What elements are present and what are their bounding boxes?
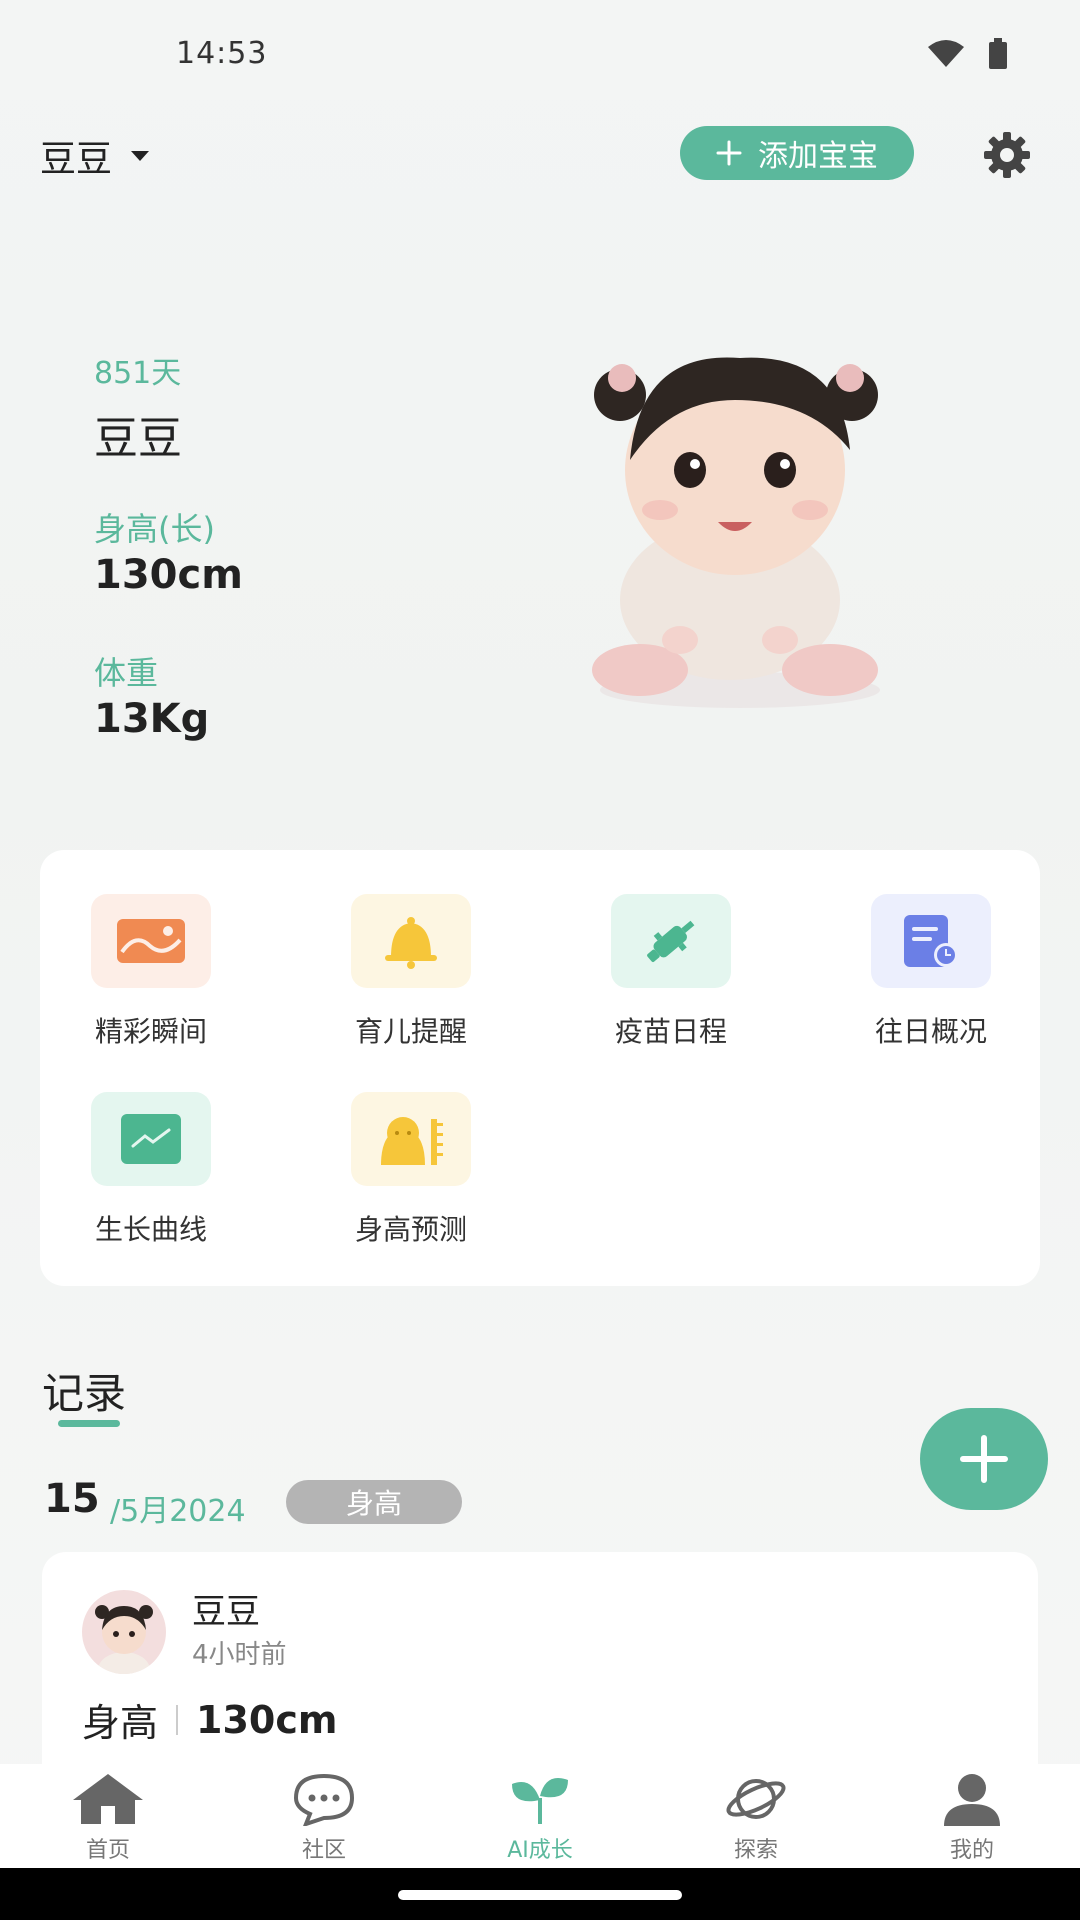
nav-home[interactable]: 首页 — [38, 1772, 178, 1864]
record-type-tag: 身高 — [286, 1480, 462, 1524]
feature-height-prediction[interactable]: 身高预测 — [311, 1092, 511, 1248]
feature-vaccine-schedule[interactable]: 疫苗日程 — [571, 894, 771, 1050]
plus-icon — [716, 140, 742, 166]
baby-selector[interactable]: 豆豆 — [40, 130, 150, 182]
weight-label: 体重 — [94, 654, 159, 692]
feature-parenting-reminder[interactable]: 育儿提醒 — [311, 894, 511, 1050]
feature-label: 生长曲线 — [94, 1213, 207, 1246]
plus-icon — [960, 1435, 1008, 1483]
person-icon — [944, 1774, 1000, 1826]
feature-label: 往日概况 — [874, 1015, 987, 1048]
feature-label: 疫苗日程 — [614, 1015, 727, 1048]
feature-label: 育儿提醒 — [354, 1015, 467, 1048]
bottom-nav: 首页 社区 AI成长 探索 我的 — [0, 1764, 1080, 1868]
baby-selector-name: 豆豆 — [40, 139, 113, 180]
nav-label: 探索 — [733, 1838, 778, 1863]
feature-highlights[interactable]: 精彩瞬间 — [51, 894, 251, 1050]
record-time: 4小时前 — [192, 1640, 287, 1670]
status-icons — [926, 38, 1008, 70]
nav-community[interactable]: 社区 — [254, 1772, 394, 1864]
wifi-icon — [928, 40, 964, 67]
bell-icon — [351, 894, 471, 988]
record-date-day: 15 — [44, 1476, 100, 1522]
caret-down-icon — [131, 151, 150, 161]
gear-icon[interactable] — [982, 130, 1032, 180]
nav-label: 我的 — [949, 1838, 994, 1863]
status-time: 14:53 — [176, 36, 268, 71]
chat-icon — [293, 1773, 355, 1826]
sprout-icon — [512, 1778, 568, 1824]
add-baby-label: 添加宝宝 — [758, 139, 878, 174]
weight-value: 13Kg — [94, 696, 210, 742]
baby-illustration — [592, 357, 880, 708]
nav-profile[interactable]: 我的 — [902, 1772, 1042, 1864]
nav-label: 社区 — [301, 1838, 346, 1863]
feature-label: 精彩瞬间 — [94, 1015, 207, 1048]
nav-ai-growth[interactable]: AI成长 — [470, 1772, 610, 1864]
feature-label: 身高预测 — [354, 1213, 467, 1246]
growth-chart-icon — [91, 1092, 211, 1186]
nav-explore[interactable]: 探索 — [686, 1772, 826, 1864]
avatar — [82, 1590, 166, 1674]
record-date-month-year: /5月2024 — [110, 1494, 246, 1529]
feature-history-overview[interactable]: 往日概况 — [831, 894, 1031, 1050]
record-author-name: 豆豆 — [192, 1592, 260, 1632]
divider — [176, 1704, 179, 1735]
record-metric-label: 身高 — [82, 1701, 159, 1745]
nav-label: AI成长 — [507, 1838, 573, 1863]
history-doc-icon — [871, 894, 991, 988]
record-metric-value: 130cm — [196, 1697, 338, 1742]
gesture-handle[interactable] — [398, 1890, 682, 1900]
features-card: 精彩瞬间 育儿提醒 疫苗日程 往日概况 生长曲线 身高预测 — [40, 850, 1040, 1286]
height-ruler-icon — [351, 1092, 471, 1186]
vaccine-icon — [611, 894, 731, 988]
add-baby-button[interactable]: 添加宝宝 — [680, 126, 914, 180]
add-record-button[interactable] — [920, 1408, 1048, 1510]
hero-baby-name: 豆豆 — [94, 413, 182, 464]
record-metric: 身高 130cm — [82, 1692, 337, 1747]
planet-icon — [726, 1779, 786, 1819]
records-title: 记录 — [42, 1369, 127, 1418]
records-title-underline — [58, 1420, 120, 1427]
home-icon — [73, 1774, 143, 1824]
battery-icon — [989, 38, 1007, 69]
nav-label: 首页 — [85, 1838, 130, 1863]
feature-growth-curve[interactable]: 生长曲线 — [51, 1092, 251, 1248]
photo-icon — [91, 894, 211, 988]
height-value: 130cm — [94, 552, 243, 598]
height-label: 身高(长) — [94, 510, 215, 548]
days-count: 851天 — [94, 356, 182, 391]
